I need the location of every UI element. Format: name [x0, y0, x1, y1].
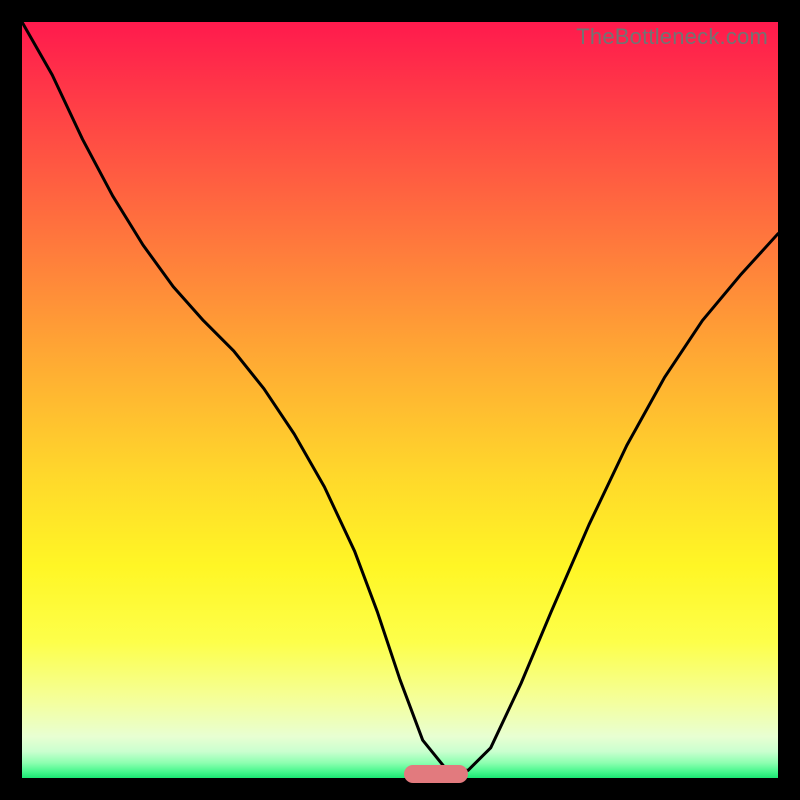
watermark-text: TheBottleneck.com — [576, 24, 768, 50]
plot-frame: TheBottleneck.com — [22, 22, 778, 778]
optimal-range-marker — [404, 765, 468, 783]
bottleneck-plot — [22, 22, 778, 778]
gradient-background — [22, 22, 778, 778]
